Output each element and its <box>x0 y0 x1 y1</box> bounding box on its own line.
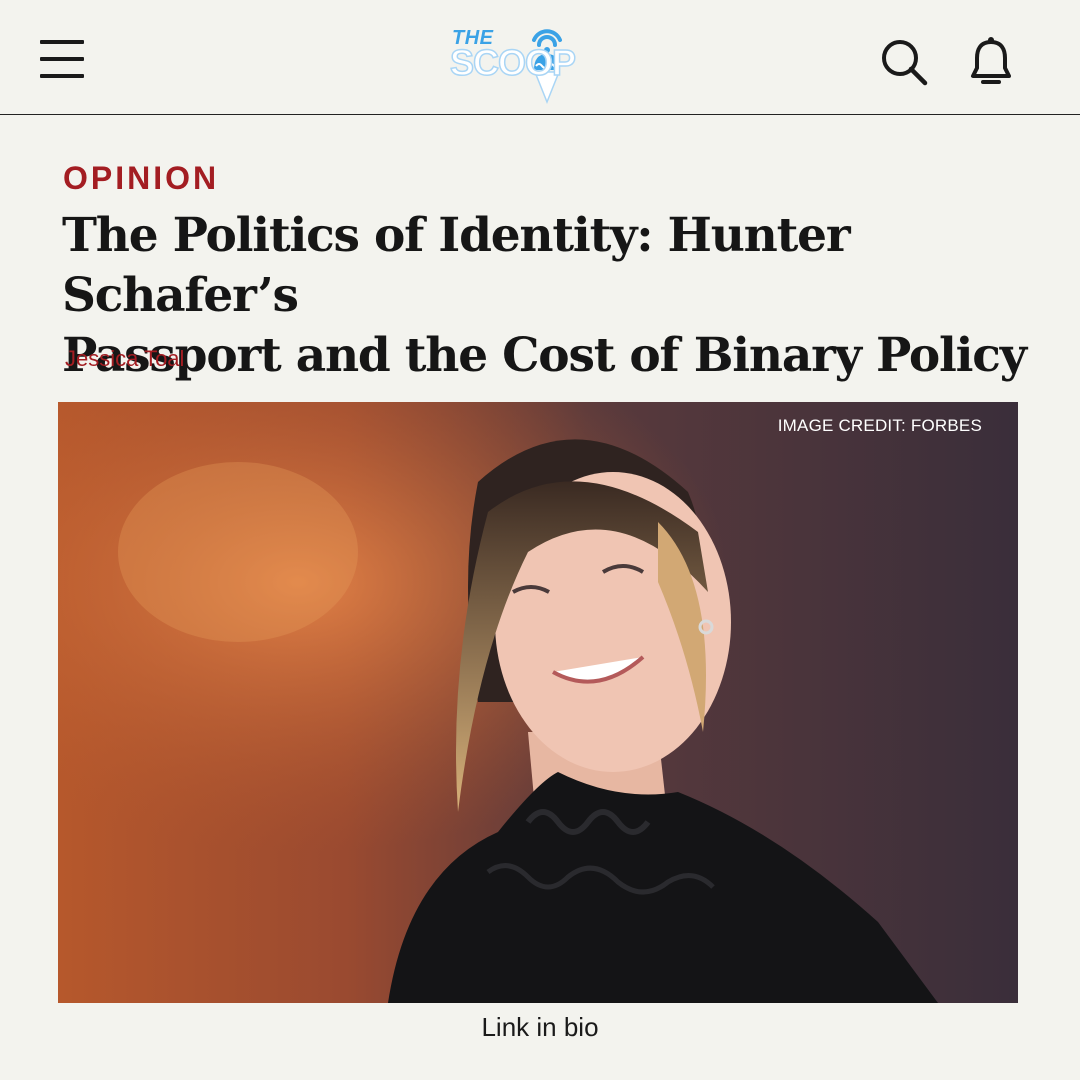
search-icon[interactable] <box>880 38 928 86</box>
the-scoop-logo[interactable]: THE SCOOP <box>446 22 588 106</box>
article-headline: The Politics of Identity: Hunter Schafer… <box>62 206 1052 386</box>
bell-icon[interactable] <box>968 36 1014 86</box>
article-page: THE SCOOP OPINION The Politics of Identi… <box>0 0 1080 1080</box>
headline-line-2: Passport and the Cost of Binary Policy <box>62 328 1027 383</box>
image-credit: IMAGE CREDIT: FORBES <box>777 416 982 435</box>
headline-line-1: The Politics of Identity: Hunter Schafer… <box>62 208 851 323</box>
top-navigation-bar: THE SCOOP <box>0 0 1080 115</box>
logo-scoop-text: SCOOP <box>449 41 577 84</box>
image-caption: Link in bio <box>481 1012 599 1042</box>
hamburger-menu-icon[interactable] <box>40 40 86 80</box>
article-category[interactable]: OPINION <box>63 160 219 197</box>
article-author[interactable]: Jessica Toal <box>65 346 184 372</box>
article-hero-photo: IMAGE CREDIT: FORBES <box>58 402 1018 1003</box>
portrait-illustration <box>58 402 1018 1003</box>
